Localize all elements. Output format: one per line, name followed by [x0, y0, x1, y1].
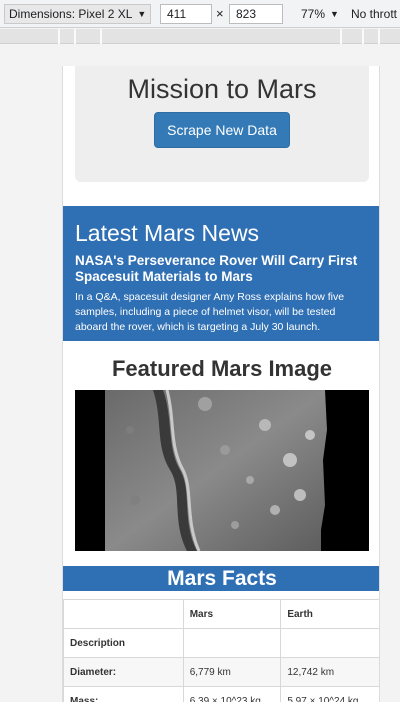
chevron-down-icon: ▼	[330, 9, 339, 19]
table-header-cell: Earth	[280, 599, 379, 629]
table-row: Description	[63, 628, 379, 658]
page-title: Mission to Mars	[127, 74, 317, 104]
table-row: Diameter: 6,779 km 12,742 km	[63, 657, 379, 687]
mars-surface-picture	[75, 390, 369, 551]
news-section: Latest Mars News NASA's Perseverance Rov…	[63, 206, 379, 341]
table-cell	[280, 628, 379, 658]
chevron-down-icon: ▼	[137, 9, 147, 19]
table-cell: Mass:	[63, 686, 184, 702]
ruler-tick	[74, 29, 76, 44]
viewport-width-input[interactable]	[160, 4, 212, 24]
zoom-label: 77%	[301, 7, 326, 21]
facts-heading: Mars Facts	[63, 566, 379, 591]
table-cell: Diameter:	[63, 657, 184, 687]
dimension-separator: ×	[216, 6, 224, 21]
mars-facts-table: Mars Earth Description Diameter: 6,779 k…	[63, 599, 379, 702]
table-cell	[182, 628, 282, 658]
featured-mars-image[interactable]	[75, 390, 369, 551]
device-viewport: Mission to Mars Scrape New Data Latest M…	[62, 66, 380, 702]
ruler-tick	[362, 29, 364, 44]
table-header-cell: Mars	[182, 599, 282, 629]
table-row: Mass: 6.39 × 10^23 kg 5.97 × 10^24 kg	[63, 686, 379, 702]
table-cell: Description	[63, 628, 184, 658]
ruler-tick	[378, 29, 380, 44]
zoom-dropdown[interactable]: 77% ▼	[301, 7, 339, 21]
table-cell: 5.97 × 10^24 kg	[280, 686, 379, 702]
throttle-dropdown[interactable]: No thrott	[351, 7, 397, 21]
media-query-ruler	[0, 29, 400, 44]
device-dimensions-dropdown[interactable]: Dimensions: Pixel 2 XL ▼	[4, 4, 152, 24]
ruler-tick	[100, 29, 102, 44]
news-title: NASA's Perseverance Rover Will Carry Fir…	[75, 253, 358, 284]
news-paragraph: In a Q&A, spacesuit designer Amy Ross ex…	[75, 291, 345, 333]
table-cell: 6.39 × 10^23 kg	[182, 686, 282, 702]
table-cell: 6,779 km	[182, 657, 282, 687]
device-dimensions-label: Dimensions: Pixel 2 XL	[9, 7, 133, 21]
featured-image-heading: Featured Mars Image	[111, 356, 333, 381]
ruler-tick	[58, 29, 60, 44]
news-heading: Latest Mars News	[75, 220, 260, 246]
viewport-height-input[interactable]	[229, 4, 283, 24]
ruler-tick	[340, 29, 342, 44]
table-header-cell	[63, 599, 184, 629]
devtools-toolbar: Dimensions: Pixel 2 XL ▼ × 77% ▼ No thro…	[0, 0, 400, 28]
table-cell: 12,742 km	[280, 657, 379, 687]
table-header-row: Mars Earth	[63, 599, 379, 629]
scrape-button[interactable]: Scrape New Data	[154, 112, 290, 148]
jumbotron: Mission to Mars Scrape New Data	[75, 66, 369, 182]
